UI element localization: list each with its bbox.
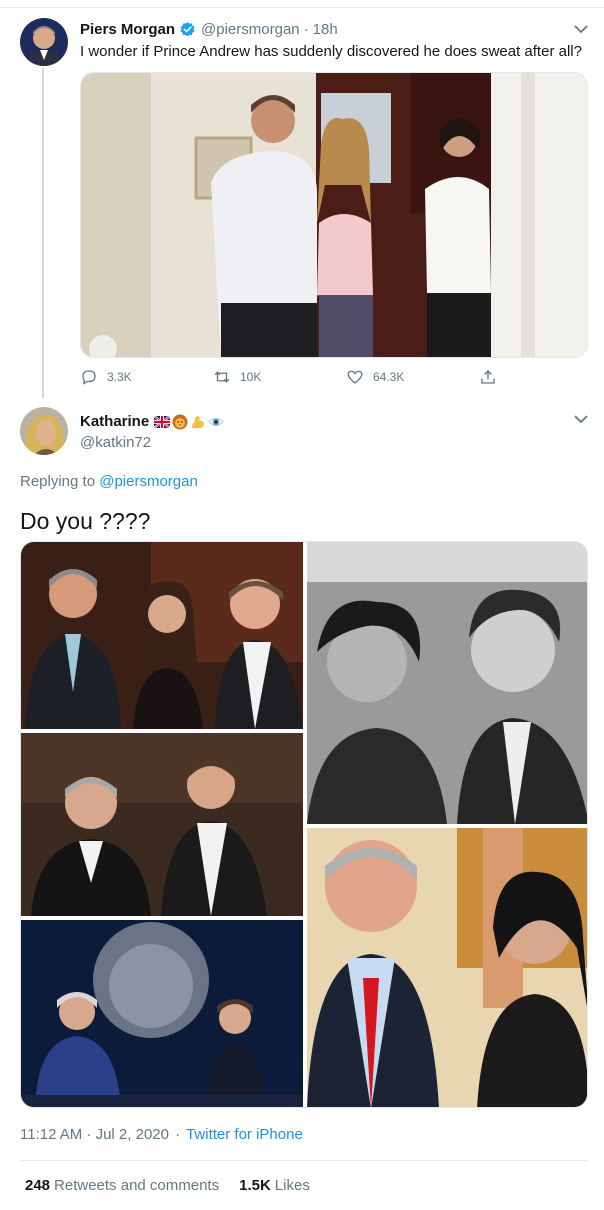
piers-avatar[interactable] xyxy=(20,18,68,66)
collage-photo-1[interactable] xyxy=(21,542,303,729)
reply-button[interactable]: 3.3K xyxy=(80,368,213,386)
tweet2-more-chevron-icon[interactable] xyxy=(574,414,588,424)
katharine-avatar[interactable] xyxy=(20,407,68,455)
tweet1-more-chevron-icon[interactable] xyxy=(574,24,588,34)
thread-connector-line xyxy=(42,68,44,398)
tweet1-actions: 3.3K 10K 64.3K xyxy=(80,368,506,386)
name-emojis xyxy=(154,414,224,430)
tweet1-handle[interactable]: @piersmorgan xyxy=(201,21,300,38)
heart-icon xyxy=(347,370,363,384)
tweet2-timestamp[interactable]: 11:12 AM · Jul 2, 2020 xyxy=(20,1126,169,1143)
replying-handle-link[interactable]: @piersmorgan xyxy=(99,473,198,490)
retweet-count: 10K xyxy=(240,370,262,384)
collage-photo-4[interactable] xyxy=(21,920,303,1107)
reply-icon xyxy=(82,370,96,385)
retweets-stat[interactable]: 248 Retweets and comments xyxy=(25,1177,219,1194)
collage-photo-5[interactable] xyxy=(307,828,587,1107)
lion-icon xyxy=(172,414,188,429)
tweet2-photo-collage[interactable] xyxy=(20,541,588,1108)
tweet1-photo[interactable] xyxy=(80,72,588,358)
retweet-icon xyxy=(214,371,230,383)
tweet1-separator: · xyxy=(303,21,309,38)
tweet2-meta: 11:12 AM · Jul 2, 2020 · Twitter for iPh… xyxy=(20,1126,303,1143)
top-border xyxy=(0,0,604,8)
share-button[interactable] xyxy=(479,368,506,386)
tweet2-source-link[interactable]: Twitter for iPhone xyxy=(186,1126,303,1143)
likes-label: Likes xyxy=(274,1177,310,1194)
retweets-count: 248 xyxy=(25,1177,51,1194)
tweet2-handle[interactable]: @katkin72 xyxy=(80,434,151,451)
like-button[interactable]: 64.3K xyxy=(346,368,479,386)
likes-stat[interactable]: 1.5K Likes xyxy=(239,1177,310,1194)
share-icon xyxy=(481,370,495,384)
tweet2-author-name[interactable]: Katharine xyxy=(80,413,149,430)
tweet2-meta-separator: · xyxy=(175,1126,181,1143)
tweet1-text: I wonder if Prince Andrew has suddenly d… xyxy=(80,43,582,60)
collage-photo-2[interactable] xyxy=(307,542,587,824)
likes-count: 1.5K xyxy=(239,1177,271,1194)
tweet1-time[interactable]: 18h xyxy=(313,21,338,38)
stats-divider-top xyxy=(20,1160,588,1161)
tweet1-author-name[interactable]: Piers Morgan xyxy=(80,21,175,38)
retweet-button[interactable]: 10K xyxy=(213,368,346,386)
tweet1-header: Piers Morgan @piersmorgan · 18h xyxy=(80,21,338,38)
reply-count: 3.3K xyxy=(107,370,132,384)
tweet2-stats: 248 Retweets and comments 1.5K Likes xyxy=(25,1177,330,1194)
verified-badge-icon xyxy=(180,22,195,37)
uk-flag-icon xyxy=(154,415,171,428)
tweet2-text: Do you ???? xyxy=(20,508,151,534)
collage-photo-3[interactable] xyxy=(21,733,303,916)
tweet2-header: Katharine xyxy=(80,413,224,430)
eye-icon xyxy=(208,417,224,426)
replying-prefix: Replying to xyxy=(20,473,96,490)
flexed-biceps-icon xyxy=(192,415,205,428)
like-count: 64.3K xyxy=(373,370,405,384)
retweets-label: Retweets and comments xyxy=(54,1177,220,1194)
replying-to: Replying to @piersmorgan xyxy=(20,473,198,490)
